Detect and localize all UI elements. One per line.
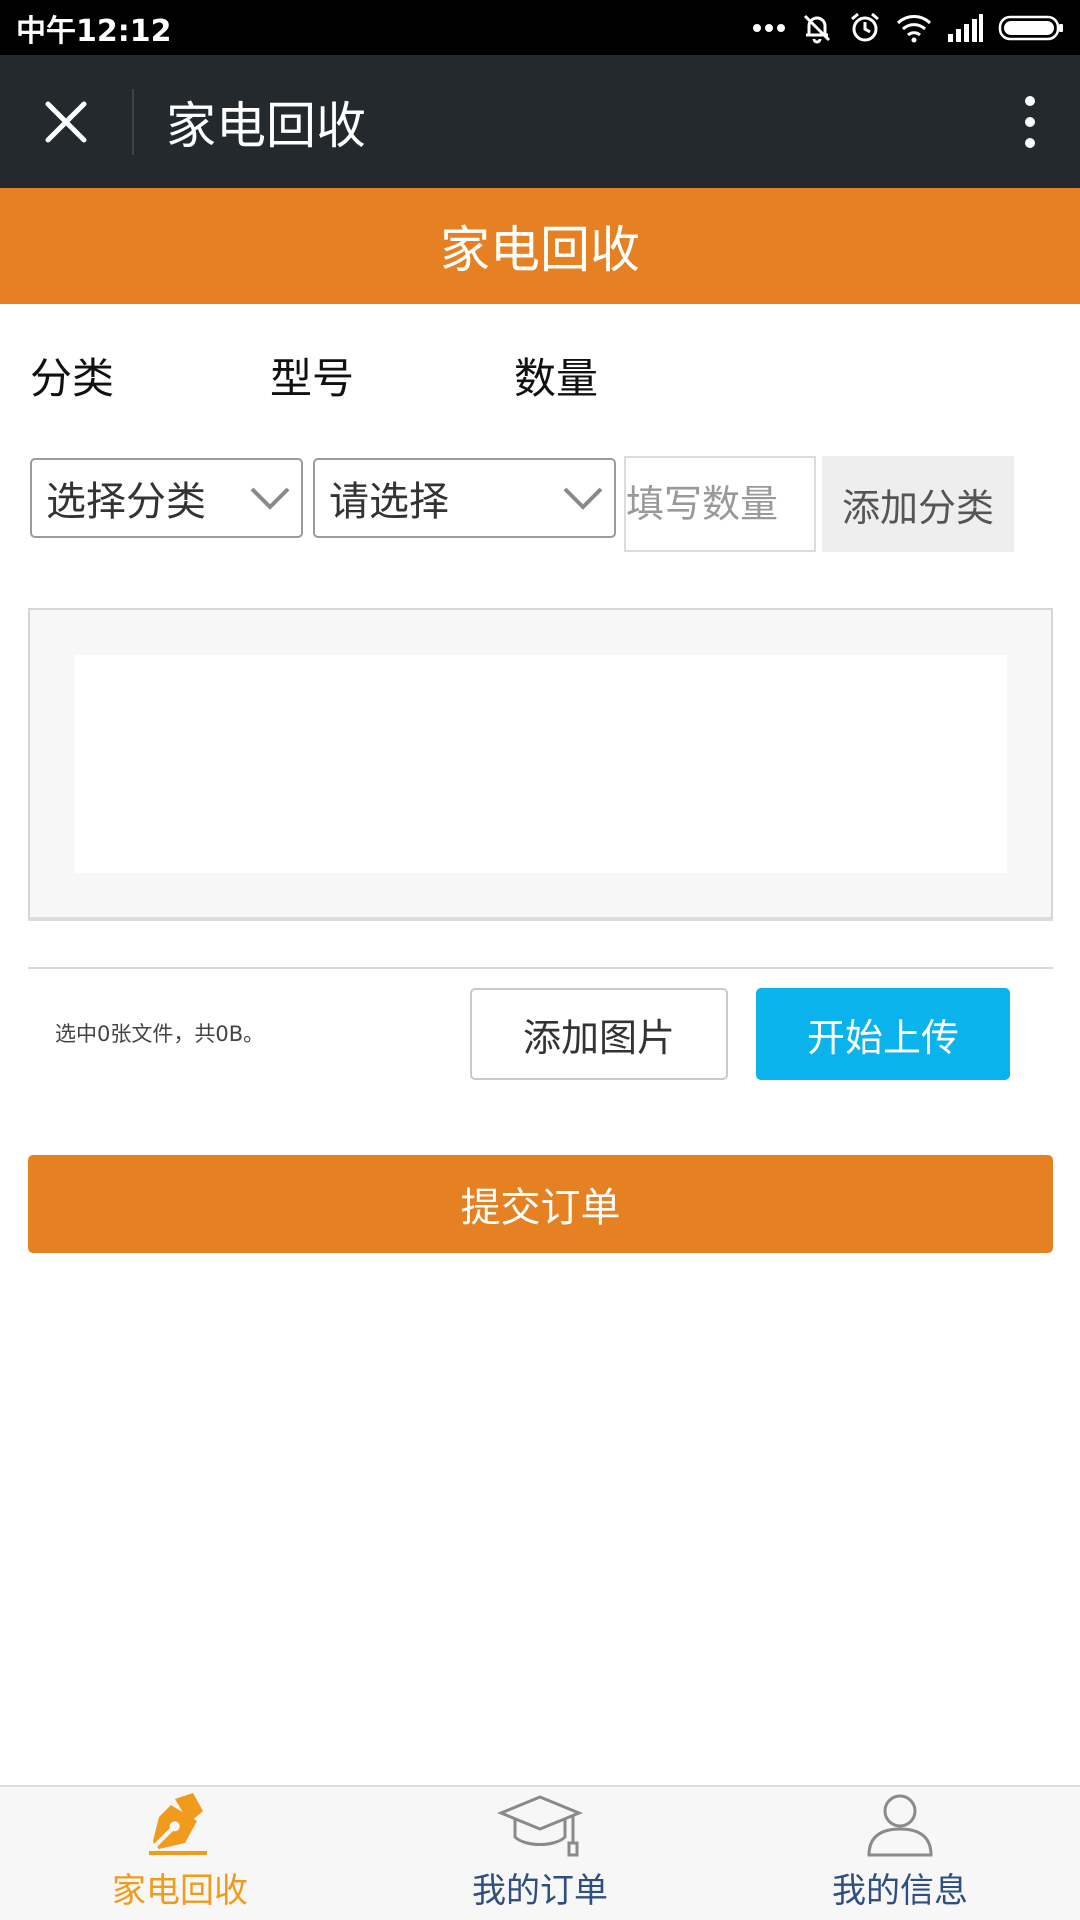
page-header: 家电回收: [0, 188, 1080, 304]
model-select-value: 请选择: [329, 479, 449, 525]
add-category-button[interactable]: 添加分类: [822, 456, 1014, 552]
add-image-button[interactable]: 添加图片: [470, 988, 728, 1080]
label-category: 分类: [30, 354, 115, 403]
more-vert-icon: [1025, 95, 1035, 148]
label-quantity: 数量: [514, 354, 599, 403]
more-options-button[interactable]: [980, 55, 1080, 188]
app-bar-divider: [132, 88, 134, 155]
model-select[interactable]: 请选择: [313, 458, 616, 538]
nav-label: 我的信息: [832, 1871, 968, 1911]
quantity-input[interactable]: [624, 456, 816, 552]
alarm-icon: [851, 12, 879, 41]
label-model: 型号: [270, 354, 355, 403]
nav-item-appliance-recycling[interactable]: 家电回收: [0, 1787, 360, 1920]
image-preview-area: [75, 655, 1007, 873]
app-bar: 家电回收: [0, 55, 1080, 188]
nav-item-my-info[interactable]: 我的信息: [720, 1787, 1080, 1920]
battery-icon: [998, 15, 1063, 40]
chevron-down-icon: [250, 487, 290, 510]
bottom-nav: 家电回收 我的订单 我的信息: [0, 1785, 1080, 1920]
signal-icon: [948, 13, 983, 42]
status-time: 中午12:12: [16, 13, 172, 49]
divider: [28, 967, 1053, 969]
category-select[interactable]: 选择分类: [30, 458, 303, 538]
nav-label: 我的订单: [472, 1871, 608, 1911]
image-upload-panel: [28, 608, 1053, 921]
submit-order-button[interactable]: 提交订单: [28, 1155, 1053, 1253]
mute-bell-icon: [803, 14, 831, 43]
nav-item-my-orders[interactable]: 我的订单: [360, 1787, 720, 1920]
chevron-down-icon: [563, 487, 603, 510]
category-select-value: 选择分类: [46, 479, 206, 525]
app-bar-title: 家电回收: [166, 96, 366, 155]
status-bar: 中午12:12: [0, 0, 1080, 55]
close-icon: [45, 101, 87, 142]
nav-label: 家电回收: [112, 1871, 248, 1911]
user-icon: [867, 1794, 933, 1857]
pen-nib-icon: [149, 1793, 207, 1855]
wifi-icon: [896, 14, 932, 42]
file-selection-info: 选中0张文件，共0B。: [55, 1022, 265, 1046]
more-dots-icon: [753, 23, 785, 32]
graduation-cap-icon: [497, 1795, 583, 1857]
close-button[interactable]: [0, 55, 132, 188]
status-icons: [752, 11, 1064, 45]
start-upload-button[interactable]: 开始上传: [756, 988, 1010, 1080]
